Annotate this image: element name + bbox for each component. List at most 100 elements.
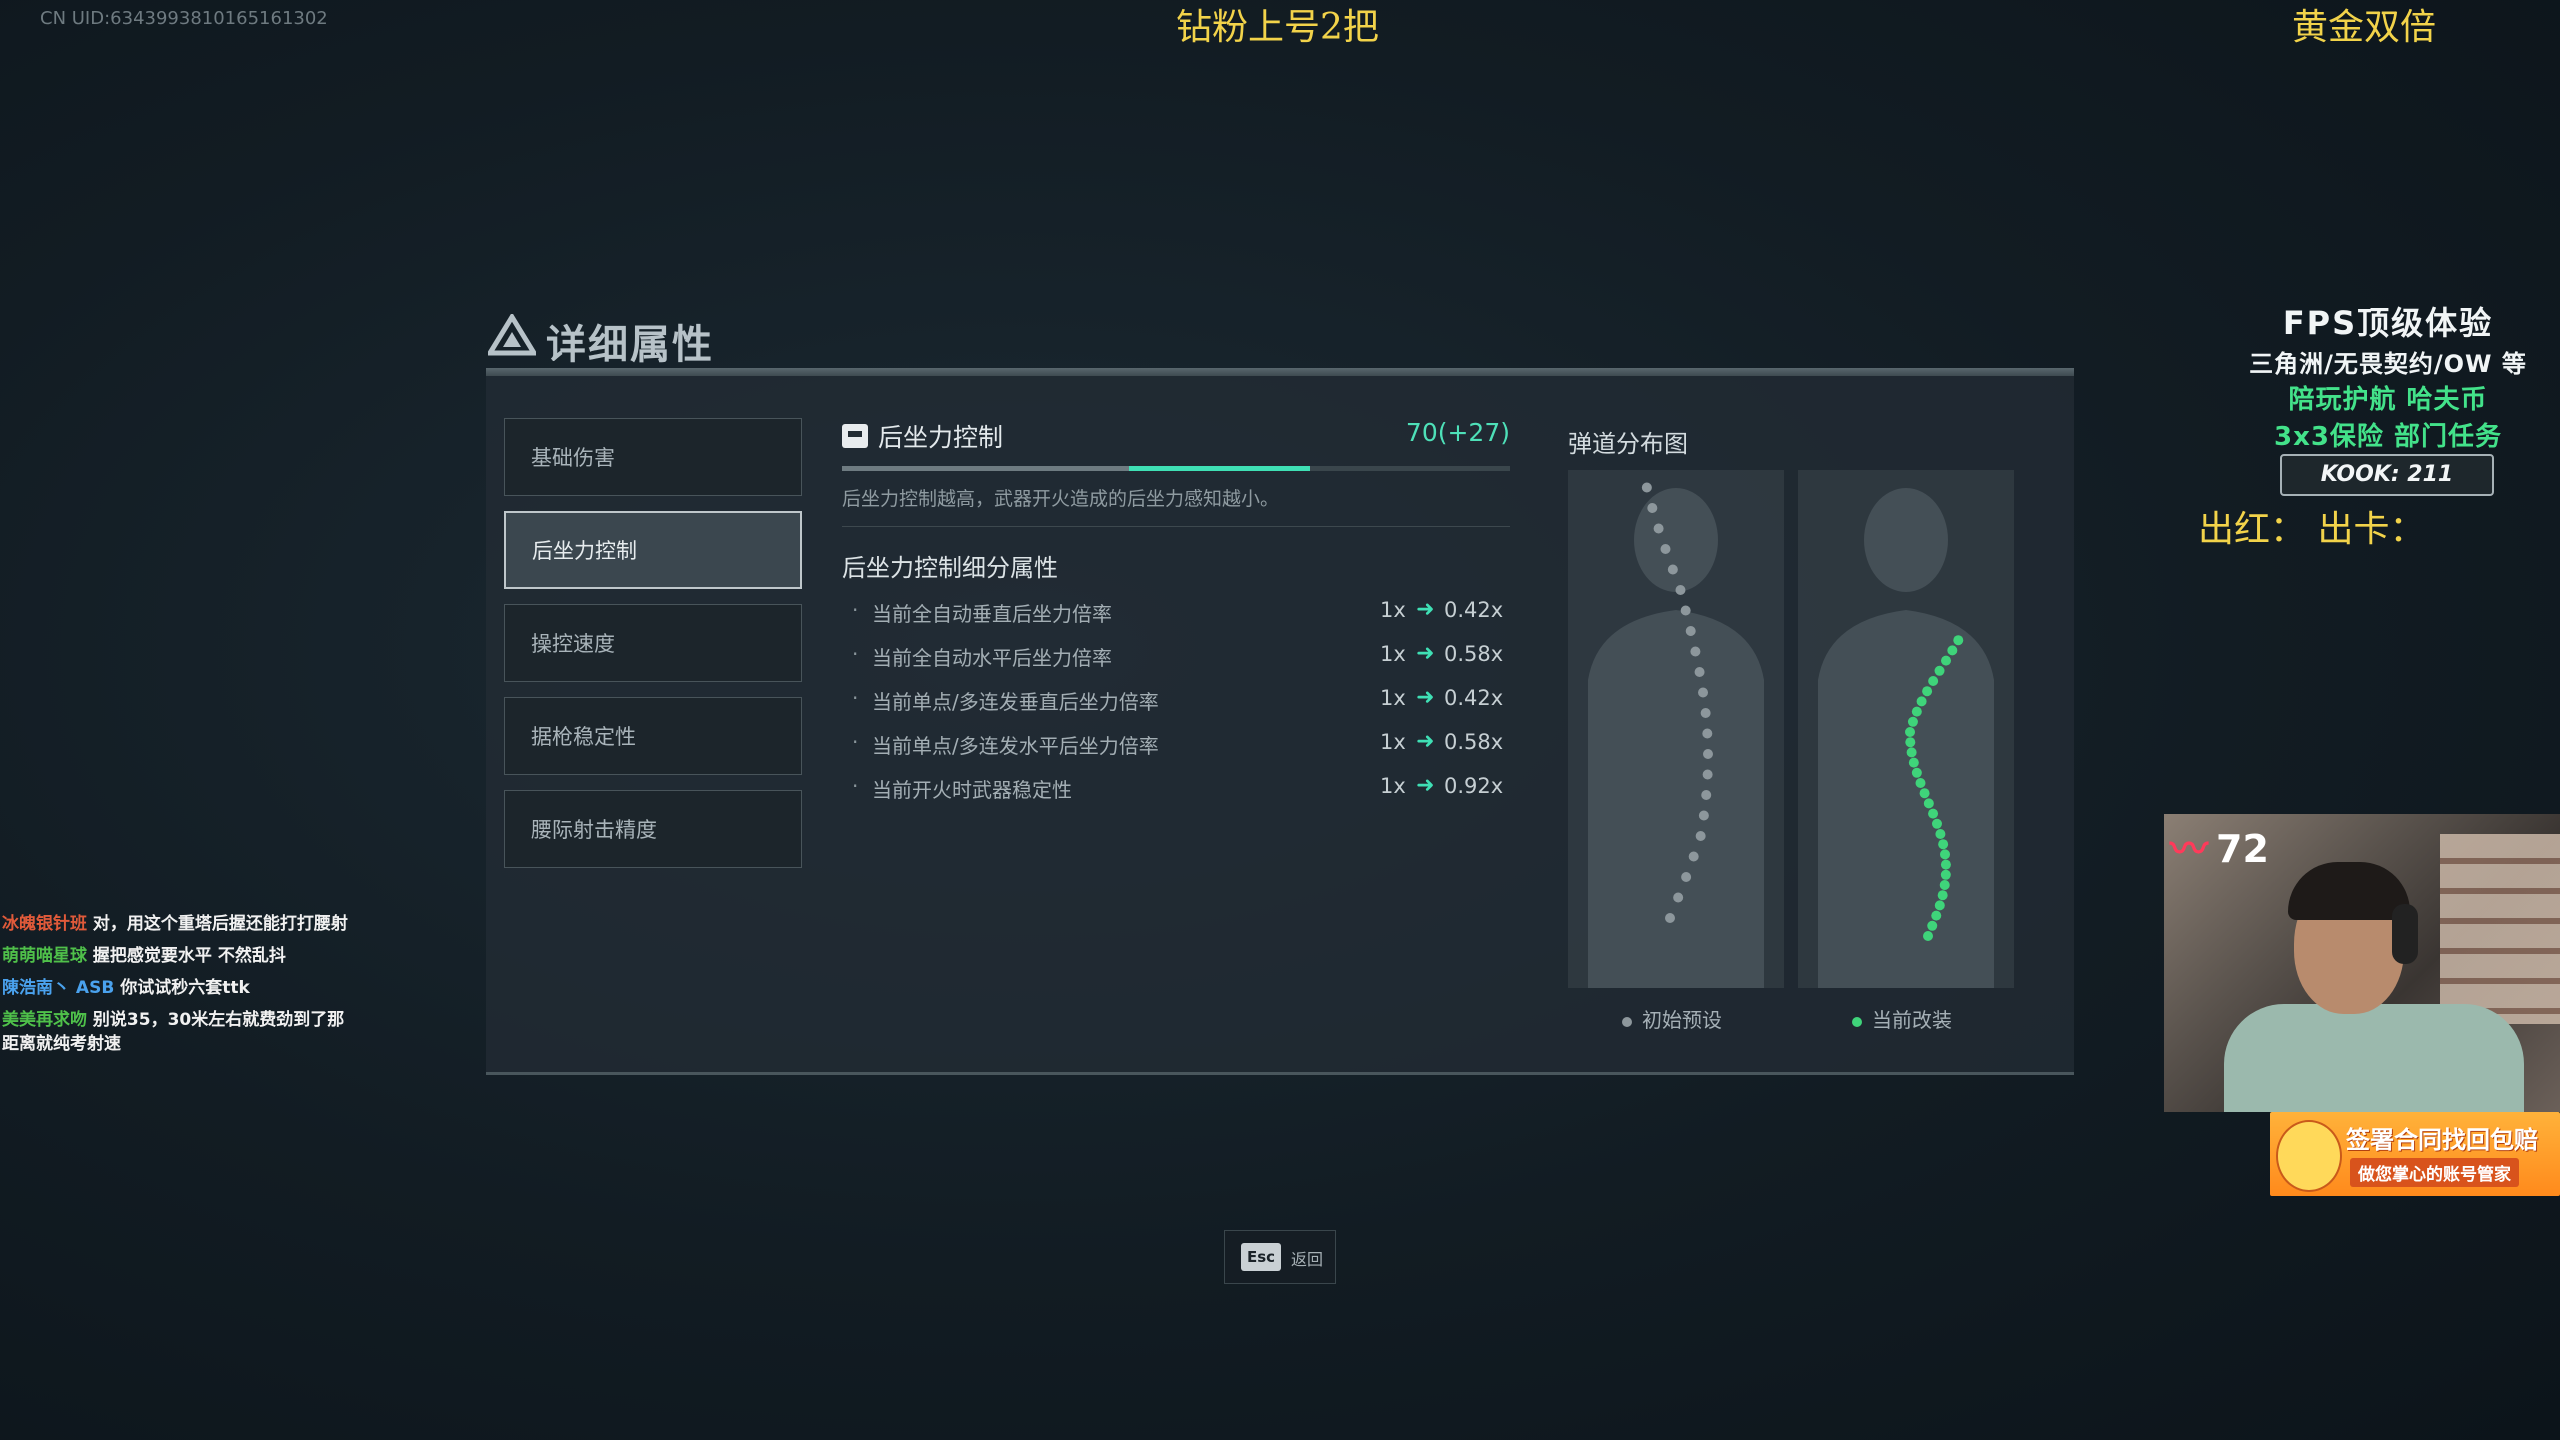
sub-attribute-row: · 当前单点/多连发水平后坐力倍率 1x ➜ 0.58x [842, 729, 1503, 770]
bullet-impact-dot [1694, 667, 1705, 677]
bullet-icon: · [852, 774, 859, 798]
bullet-impact-dot [1940, 859, 1951, 870]
arrow-right-icon: ➜ [1416, 597, 1435, 622]
heart-rate: 〰 72 [2170, 827, 2269, 871]
chat-message: 冰魄银针班 对，用这个重塔后握还能打打腰射 [2, 912, 352, 936]
sub-attribute-to: 0.92x [1444, 774, 1504, 798]
bullet-impact-dot [1647, 503, 1658, 513]
bullet-impact-dot [1700, 708, 1711, 718]
sub-attribute-from: 1x [1380, 598, 1406, 622]
ad-subline: 做您掌心的账号管家 [2350, 1158, 2519, 1187]
tab-base-damage[interactable]: 基础伤害 [504, 418, 802, 496]
ad-banner: 签署合同找回包赔 做您掌心的账号管家 [2270, 1112, 2560, 1196]
bullet-icon: · [852, 686, 859, 710]
sub-attribute-to: 0.42x [1444, 598, 1504, 622]
bullet-impact-dot [1667, 564, 1678, 575]
bullet-impact-dot [1905, 737, 1916, 748]
bullet-impact-dot [1937, 890, 1948, 901]
sub-attribute-from: 1x [1380, 642, 1406, 666]
panel-header: 详细属性 [488, 300, 2074, 372]
attribute-title: 后坐力控制 [878, 423, 1004, 452]
bullet-impact-dot [1906, 747, 1917, 758]
bullet-impact-dot [1681, 872, 1692, 882]
sub-attribute-from: 1x [1380, 774, 1406, 798]
sub-attribute-row: · 当前单点/多连发垂直后坐力倍率 1x ➜ 0.42x [842, 685, 1503, 726]
attribute-header: 后坐力控制 70(+27) [842, 418, 1510, 458]
bullet-impact-dot [1698, 687, 1709, 698]
promo-line: 陪玩护航 哈夫币 [2288, 385, 2488, 415]
mascot-icon [2276, 1120, 2342, 1192]
bullet-impact-dot [1939, 880, 1950, 890]
attribute-detail: 后坐力控制 70(+27) 后坐力控制越高，武器开火造成的后坐力感知越小。 后坐… [822, 396, 1510, 1056]
bullet-impact-dot [1941, 655, 1952, 666]
bullet-impact-dot [1688, 851, 1699, 862]
stream-overlay-text-right: 黄金双倍 [2292, 7, 2437, 48]
tab-aim-stability[interactable]: 据枪稳定性 [504, 697, 802, 775]
headset-icon [2392, 904, 2418, 964]
red-card-counter: 出红： 出卡： [2198, 509, 2426, 550]
bullet-impact-dot [1673, 892, 1684, 903]
panel-divider [486, 368, 2074, 376]
attribute-value: 70(+27) [1405, 418, 1510, 447]
tab-handling-speed[interactable]: 操控速度 [504, 604, 802, 682]
bullet-impact-dot [1928, 676, 1939, 686]
kook-badge: KOOK: 211 [2280, 454, 2494, 496]
chat-message: 陳浩南丶 ASB 你试试秒六套ttk [2, 976, 352, 1000]
background-shelf [2440, 834, 2560, 1024]
bullet-impact-dot [1701, 790, 1712, 800]
gun-icon [842, 424, 868, 448]
esc-key-icon: Esc [1241, 1243, 1281, 1271]
bullet-impact-dot [1911, 706, 1922, 717]
sub-attribute-name: 当前全自动垂直后坐力倍率 [872, 602, 1112, 626]
chat-user: 萌萌喵星球 [2, 946, 87, 966]
tab-hipfire-accuracy[interactable]: 腰际射击精度 [504, 790, 802, 868]
bullet-impact-dot [1928, 808, 1939, 819]
sub-attribute-row: · 当前开火时武器稳定性 1x ➜ 0.92x [842, 773, 1503, 814]
bullet-impact-dot [1935, 829, 1946, 839]
live-chat: 冰魄银针班 对，用这个重塔后握还能打打腰射 萌萌喵星球 握把感觉要水平 不然乱抖… [2, 912, 352, 1056]
back-label: 返回 [1291, 1250, 1324, 1269]
promo-line: 三角洲/无畏契约/OW 等 [2249, 350, 2527, 378]
triangle-logo-icon [488, 314, 536, 356]
target-modified [1798, 470, 2014, 988]
bullet-impact-dot [1923, 931, 1933, 941]
bullet-impact-dot [1665, 913, 1675, 923]
attribute-progress-bar [842, 466, 1510, 471]
bullet-impact-dot [1919, 788, 1930, 799]
bullet-impact-dot [1934, 900, 1945, 911]
bullet-impact-dot [1685, 626, 1696, 636]
back-button[interactable]: Esc 返回 [1224, 1230, 1336, 1284]
bullet-impact-dot [1905, 727, 1916, 737]
chat-text: 你试试秒六套ttk [120, 978, 250, 998]
bullet-impact-dot [1934, 665, 1945, 676]
streamer-shirt [2224, 1004, 2524, 1112]
bullet-impact-dot [1915, 778, 1926, 788]
bullet-impact-dot [1940, 869, 1951, 880]
ad-headline: 签署合同找回包赔 [2346, 1126, 2538, 1154]
bullet-icon: · [852, 598, 859, 622]
silhouette-initial [1588, 482, 1764, 988]
uid-label: CN UID:6343993810165161302 [40, 8, 328, 29]
bullet-impact-dot [1641, 482, 1652, 493]
bullet-icon: · [852, 642, 859, 666]
bullet-impact-dot [1927, 920, 1938, 931]
progress-base-fill [842, 466, 1129, 471]
legend-dot-icon [1852, 1016, 1862, 1027]
sub-attribute-from: 1x [1380, 730, 1406, 754]
bullet-impact-dot [1916, 696, 1927, 707]
arrow-right-icon: ➜ [1416, 641, 1435, 666]
progress-boost-fill [1129, 466, 1310, 471]
sub-attribute-name: 当前单点/多连发垂直后坐力倍率 [872, 690, 1159, 714]
bullet-impact-dot [1940, 849, 1951, 860]
bullet-impact-dot [1702, 769, 1713, 780]
tab-recoil-control[interactable]: 后坐力控制 [504, 511, 802, 589]
sub-attributes-title: 后坐力控制细分属性 [842, 554, 1058, 582]
sub-attribute-name: 当前单点/多连发水平后坐力倍率 [872, 734, 1159, 758]
bullet-impact-dot [1702, 749, 1713, 759]
chat-message: 美美再求吻 别说35，30米左右就费劲到了那距离就纯考射速 [2, 1008, 352, 1056]
bullet-impact-dot [1922, 686, 1933, 697]
heartbeat-icon: 〰 [2170, 827, 2209, 871]
arrow-right-icon: ➜ [1416, 729, 1435, 754]
legend-initial: 初始预设 [1622, 1004, 1722, 1033]
bullet-impact-dot [1702, 728, 1713, 739]
